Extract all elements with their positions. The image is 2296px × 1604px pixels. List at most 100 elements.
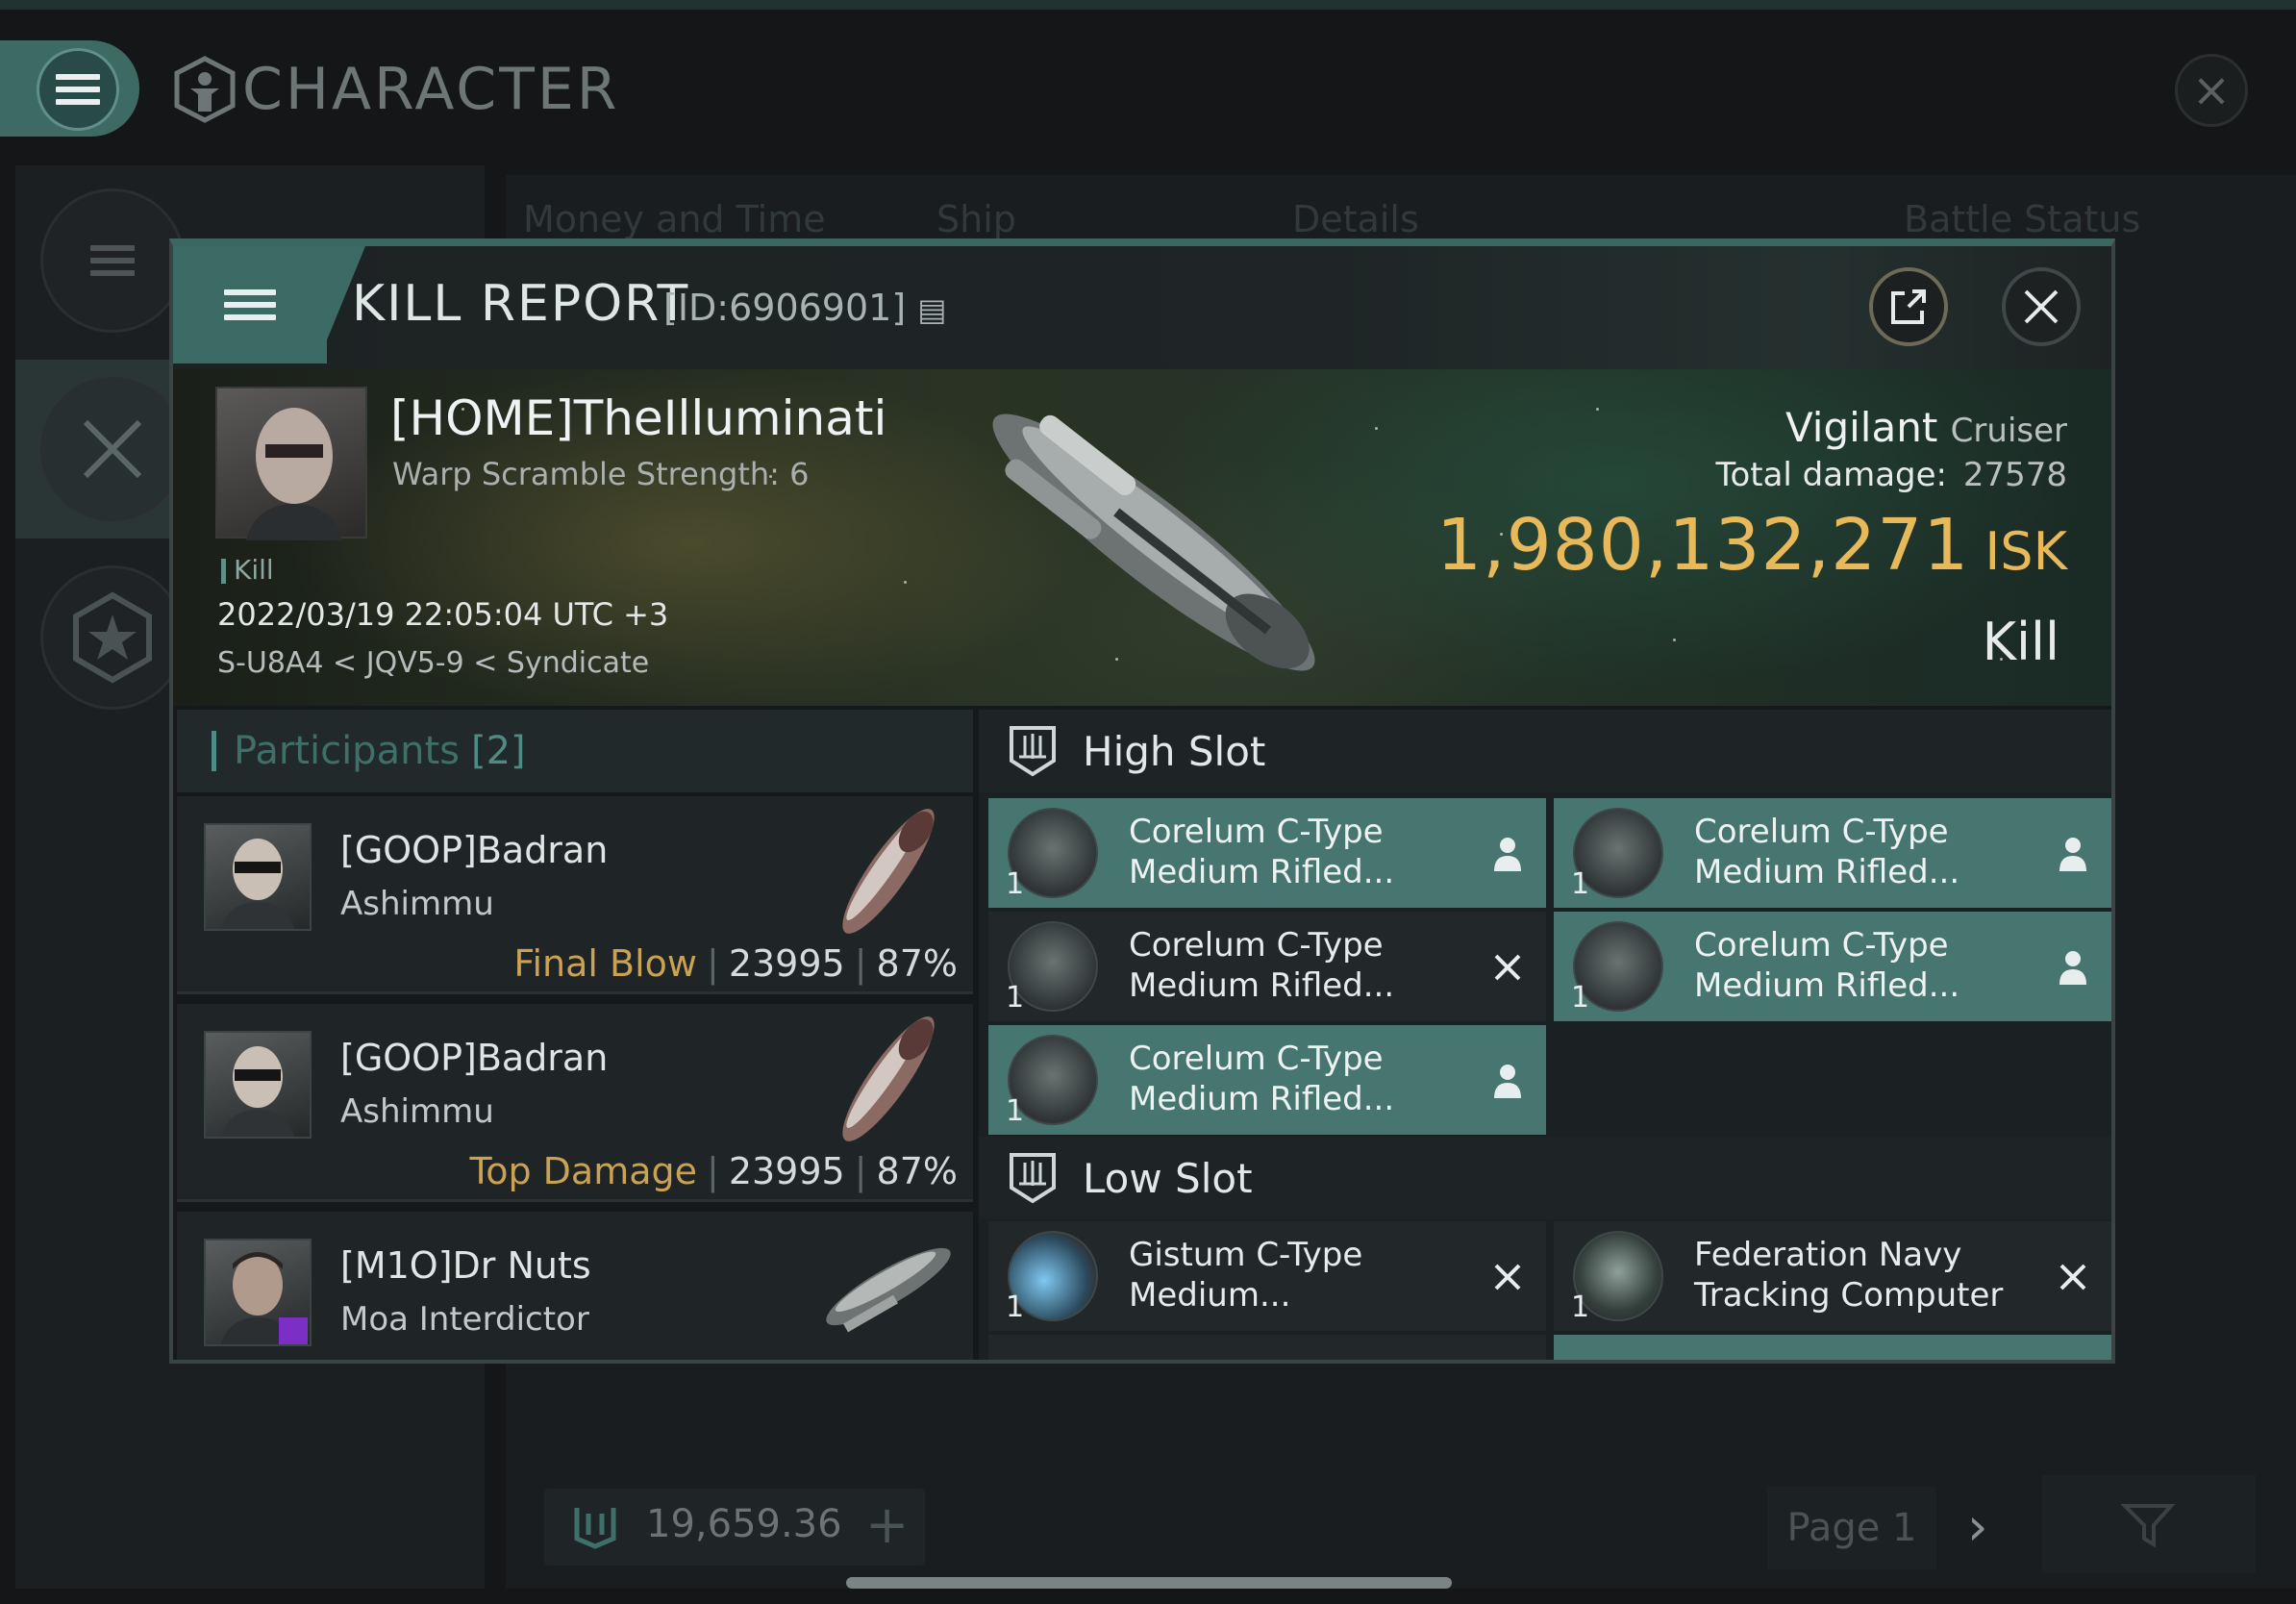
destroyed-x-icon <box>2059 1264 2086 1291</box>
copy-icon[interactable]: ▤ <box>917 291 946 328</box>
total-damage-value: 27578 <box>1962 456 2067 494</box>
tab-ship[interactable]: Ship <box>936 198 1016 240</box>
module-name-line1: Gistum C-Type <box>1129 1236 1363 1274</box>
module-item[interactable]: 1 Gistum C-Type Medium... <box>988 1221 1546 1331</box>
kill-location[interactable]: S-U8A4 < JQV5-9 < Syndicate <box>217 646 649 680</box>
participant-name: [GOOP]Badran <box>340 1037 609 1079</box>
dropped-person-icon <box>1494 1065 1521 1098</box>
hamburger-icon <box>224 289 276 320</box>
module-name-line1: Corelum C-Type <box>1129 1040 1384 1078</box>
close-icon: × <box>2191 63 2232 117</box>
isk-unit: ISK <box>1984 521 2067 582</box>
participant-ship: Ashimmu <box>340 885 494 923</box>
report-id-text: [ID:6906901] <box>663 287 907 329</box>
module-name: Corelum C-Type Medium Rifled... <box>1129 925 1475 1006</box>
participant-ship-render <box>826 1247 951 1333</box>
module-name-line1: Corelum C-Type <box>1129 926 1384 965</box>
add-isk-button[interactable]: + <box>865 1494 909 1555</box>
module-quantity: 1 <box>1006 867 1025 901</box>
module-quantity: 1 <box>1571 1291 1590 1324</box>
module-name-line2: Tracking Computer <box>1694 1276 2004 1315</box>
kill-tag-label: Kill <box>234 554 274 586</box>
module-item[interactable]: 1 Corelum C-Type Medium Rifled... <box>1554 912 2111 1021</box>
horizontal-scrollbar[interactable] <box>846 1577 1452 1589</box>
module-item[interactable]: 1 Corelum C-Type Medium Rifled... <box>1554 798 2111 908</box>
module-name: Corelum C-Type Medium Rifled... <box>1129 812 1475 892</box>
sidebar-item-list[interactable] <box>40 188 185 333</box>
sidebar-item-medals[interactable] <box>40 565 185 710</box>
participant-damage: 23995 <box>728 942 845 985</box>
module-name-line1: Federation Navy <box>1694 1236 1962 1274</box>
high-slot-icon <box>1010 726 1056 777</box>
participants-count: [2] <box>470 729 526 773</box>
tab-battle-status[interactable]: Battle Status <box>1904 198 2140 240</box>
module-item[interactable]: 1 Corelum C-Type Medium Rifled... <box>988 798 1546 908</box>
module-name-line1: Corelum C-Type <box>1129 813 1384 851</box>
module-item-partial[interactable] <box>988 1335 1546 1360</box>
module-name-line2: Medium Rifled... <box>1129 1080 1395 1118</box>
window-close-button[interactable]: × <box>2175 54 2248 127</box>
participant-row[interactable]: [GOOP]Badran Ashimmu Top Damage | 23995 | 87… <box>177 1004 973 1202</box>
wallet-icon <box>574 1508 616 1549</box>
star-badge-icon <box>73 591 152 684</box>
module-quantity: 1 <box>1006 981 1025 1015</box>
ship-class: Cruiser <box>1950 412 2067 450</box>
module-name-line2: Medium Rifled... <box>1694 853 1960 891</box>
victim-name[interactable]: [HOME]TheIlluminati <box>390 390 886 446</box>
plus-icon: + <box>865 1494 910 1555</box>
module-item[interactable]: 1 Corelum C-Type Medium Rifled... <box>988 912 1546 1021</box>
modal-menu-button[interactable] <box>173 246 327 363</box>
close-icon <box>2024 289 2059 324</box>
modal-close-button[interactable] <box>2002 267 2081 346</box>
module-quantity: 1 <box>1571 981 1590 1015</box>
participants-panel: Participants [2] [GOOP]Badran Ashimmu Fi… <box>177 710 973 1360</box>
tab-money-and-time[interactable]: Money and Time <box>523 198 826 240</box>
isk-value: 1,980,132,271 <box>1435 504 1970 587</box>
avatar <box>246 408 342 540</box>
filter-icon <box>2121 1504 2175 1548</box>
top-strip <box>0 0 2296 10</box>
module-name-line1: Corelum C-Type <box>1694 813 1949 851</box>
participants-label: Participants <box>234 729 460 773</box>
participant-row[interactable]: [M1O]Dr Nuts Moa Interdictor <box>177 1212 973 1360</box>
module-name-line2: Medium Rifled... <box>1129 966 1395 1005</box>
next-page-button[interactable]: › <box>1967 1496 1988 1557</box>
low-slot-title: Low Slot <box>1083 1154 1253 1202</box>
module-name: Corelum C-Type Medium Rifled... <box>1694 812 2040 892</box>
module-quantity: 1 <box>1006 1094 1025 1128</box>
victim-portrait[interactable] <box>215 387 367 540</box>
participant-percent: 87% <box>876 1150 958 1192</box>
ship-name[interactable]: Vigilant <box>1785 404 1937 451</box>
module-name-line2: Medium Rifled... <box>1129 853 1395 891</box>
main-menu-button[interactable] <box>0 40 139 137</box>
avatar <box>204 1031 312 1139</box>
share-button[interactable] <box>1869 267 1948 346</box>
module-name: Gistum C-Type Medium... <box>1129 1235 1475 1316</box>
module-item[interactable]: 1 Corelum C-Type Medium Rifled... <box>988 1025 1546 1135</box>
report-id: [ID:6906901] ▤ <box>663 287 947 329</box>
tab-details[interactable]: Details <box>1292 198 1419 240</box>
module-name: Federation Navy Tracking Computer <box>1694 1235 2040 1316</box>
filter-button[interactable] <box>2042 1475 2256 1573</box>
sidebar-item-battle[interactable] <box>40 377 185 521</box>
ship-info: Vigilant Cruiser <box>1785 404 2067 451</box>
crossed-swords-icon <box>83 419 142 479</box>
low-slot-icon <box>1010 1153 1056 1204</box>
participant-tag: Top Damage <box>469 1150 698 1192</box>
participant-stats: Top Damage | 23995 | 87% <box>469 1150 958 1192</box>
list-icon <box>90 245 135 276</box>
module-name-line2: Medium Rifled... <box>1694 966 1960 1005</box>
participant-damage: 23995 <box>728 1150 845 1192</box>
participant-ship-render <box>842 809 935 934</box>
module-item-partial[interactable] <box>1554 1335 2111 1360</box>
modal-title: KILL REPORT <box>352 275 690 333</box>
victim-ship-render[interactable] <box>952 388 1356 696</box>
participant-name: [GOOP]Badran <box>340 829 609 871</box>
module-item[interactable]: 1 Federation Navy Tracking Computer <box>1554 1221 2111 1331</box>
warp-scramble-strength: Warp Scramble Strength: 6 <box>392 456 810 492</box>
participant-row[interactable]: [GOOP]Badran Ashimmu Final Blow | 23995 | 87… <box>177 796 973 994</box>
low-slot-header: Low Slot <box>979 1137 2111 1219</box>
kill-datetime: 2022/03/19 22:05:04 UTC +3 <box>217 596 669 633</box>
high-slot-header: High Slot <box>979 710 2111 792</box>
hamburger-icon <box>37 48 119 131</box>
